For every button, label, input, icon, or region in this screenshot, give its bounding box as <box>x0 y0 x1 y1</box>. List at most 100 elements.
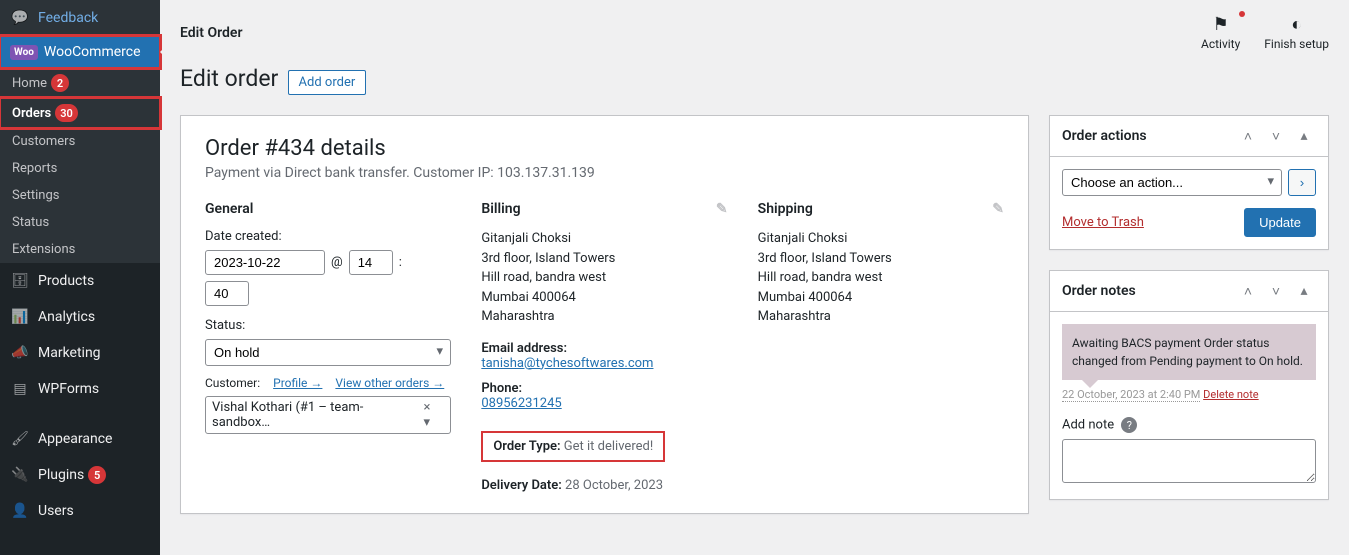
page-header: Edit order Add order <box>180 65 1329 95</box>
toggle-icon[interactable]: ▴ <box>1292 279 1316 303</box>
main-content: Edit Order ⚑ Activity ◐ Finish setup Edi… <box>160 0 1349 555</box>
note-timestamp: 22 October, 2023 at 2:40 PM <box>1062 388 1200 402</box>
edit-billing-icon[interactable]: ✎ <box>716 201 728 217</box>
submenu-status[interactable]: Status <box>0 209 160 236</box>
menu-label: WPForms <box>38 381 99 397</box>
archive-icon: 🗄 <box>10 271 30 291</box>
menu-products[interactable]: 🗄 Products <box>0 263 160 299</box>
customer-select[interactable]: Vishal Kothari (#1 – team-sandbox… × ▾ <box>205 396 451 434</box>
help-icon[interactable]: ? <box>1121 417 1137 433</box>
woo-icon: Woo <box>10 45 38 60</box>
delete-note-link[interactable]: Delete note <box>1203 388 1259 401</box>
flag-icon: ⚑ <box>1201 14 1240 35</box>
order-notes-box: Order notes ˄ ˅ ▴ Awaiting BACS payment … <box>1049 270 1329 500</box>
billing-heading: Billing <box>481 201 520 217</box>
general-heading: General <box>205 201 451 217</box>
move-down-icon[interactable]: ˅ <box>1264 124 1288 148</box>
view-orders-link[interactable]: View other orders → <box>335 376 444 390</box>
menu-users[interactable]: 👤 Users <box>0 493 160 529</box>
move-down-icon[interactable]: ˅ <box>1264 279 1288 303</box>
menu-marketing[interactable]: 📣 Marketing <box>0 335 160 371</box>
apply-action-button[interactable]: › <box>1288 169 1316 196</box>
move-up-icon[interactable]: ˄ <box>1236 124 1260 148</box>
edit-shipping-icon[interactable]: ✎ <box>992 201 1004 217</box>
page-title: Edit order <box>180 65 278 92</box>
status-select[interactable]: On hold <box>205 339 451 366</box>
update-button[interactable]: Update <box>1244 208 1316 237</box>
submenu-settings[interactable]: Settings <box>0 182 160 209</box>
menu-label: Appearance <box>38 431 112 447</box>
megaphone-icon: 📣 <box>10 343 30 363</box>
order-title: Order #434 details <box>205 136 1004 161</box>
order-action-select[interactable]: Choose an action... <box>1062 169 1282 196</box>
phone-link[interactable]: 08956231245 <box>481 396 561 411</box>
menu-label: WooCommerce <box>44 44 141 60</box>
order-type-label: Order Type: <box>493 439 560 454</box>
submenu-home[interactable]: Home 2 <box>0 68 160 98</box>
order-details-box: Order #434 details Payment via Direct ba… <box>180 115 1029 514</box>
customer-label: Customer: <box>205 376 260 390</box>
finish-setup-button[interactable]: ◐ Finish setup <box>1264 14 1329 51</box>
person-icon: 👤 <box>10 501 30 521</box>
shipping-heading: Shipping <box>758 201 813 217</box>
admin-sidebar: 💬 Feedback Woo WooCommerce Home 2 Orders… <box>0 0 160 555</box>
add-order-button[interactable]: Add order <box>288 70 367 95</box>
add-note-textarea[interactable] <box>1062 439 1316 483</box>
email-label: Email address: <box>481 341 567 356</box>
order-type-highlight: Order Type: Get it delivered! <box>481 431 665 462</box>
menu-analytics[interactable]: 📊 Analytics <box>0 299 160 335</box>
count-badge: 30 <box>55 104 78 122</box>
brush-icon: 🖌 <box>10 429 30 449</box>
billing-address: Gitanjali Choksi 3rd floor, Island Tower… <box>481 229 727 327</box>
menu-wpforms[interactable]: ▤ WPForms <box>0 371 160 407</box>
shipping-address: Gitanjali Choksi 3rd floor, Island Tower… <box>758 229 1004 327</box>
note-meta: 22 October, 2023 at 2:40 PM Delete note <box>1062 388 1316 401</box>
menu-feedback[interactable]: 💬 Feedback <box>0 0 160 36</box>
submenu-reports[interactable]: Reports <box>0 155 160 182</box>
shipping-column: Shipping ✎ Gitanjali Choksi 3rd floor, I… <box>758 201 1004 493</box>
breadcrumb: Edit Order <box>180 25 242 41</box>
submenu-label: Home <box>12 76 47 91</box>
order-actions-heading: Order actions <box>1062 128 1147 144</box>
circle-half-icon: ◐ <box>1264 14 1329 35</box>
status-label: Status: <box>205 318 451 333</box>
order-subtitle: Payment via Direct bank transfer. Custom… <box>205 165 1004 181</box>
order-actions-box: Order actions ˄ ˅ ▴ Choose an action... <box>1049 115 1329 250</box>
menu-plugins[interactable]: 🔌 Plugins 5 <box>0 457 160 493</box>
add-note-label: Add note <box>1062 418 1114 433</box>
email-link[interactable]: tanisha@tychesoftwares.com <box>481 356 653 371</box>
date-input[interactable] <box>205 250 325 275</box>
minute-input[interactable] <box>205 281 249 306</box>
menu-label: Analytics <box>38 309 95 325</box>
clear-icon[interactable]: × <box>424 400 431 415</box>
menu-appearance[interactable]: 🖌 Appearance <box>0 421 160 457</box>
move-to-trash-link[interactable]: Move to Trash <box>1062 215 1144 230</box>
submenu-customers[interactable]: Customers <box>0 128 160 155</box>
phone-label: Phone: <box>481 381 522 396</box>
submenu-extensions[interactable]: Extensions <box>0 236 160 263</box>
hour-input[interactable] <box>349 250 393 275</box>
order-type-value: Get it delivered! <box>564 439 653 454</box>
count-badge: 5 <box>88 466 106 484</box>
activity-button[interactable]: ⚑ Activity <box>1201 14 1240 51</box>
topbar-label: Activity <box>1201 37 1240 51</box>
chevron-down-icon: ▾ <box>424 415 431 430</box>
menu-label: Plugins <box>38 467 84 483</box>
plug-icon: 🔌 <box>10 465 30 485</box>
submenu-label: Orders <box>12 106 51 121</box>
general-column: General Date created: @ : <box>205 201 451 493</box>
move-up-icon[interactable]: ˄ <box>1236 279 1260 303</box>
order-note: Awaiting BACS payment Order status chang… <box>1062 324 1316 380</box>
topbar-label: Finish setup <box>1264 37 1329 51</box>
toggle-icon[interactable]: ▴ <box>1292 124 1316 148</box>
speech-icon: 💬 <box>10 8 30 28</box>
menu-woocommerce[interactable]: Woo WooCommerce <box>0 36 160 68</box>
customer-value: Vishal Kothari (#1 – team-sandbox… <box>212 400 420 430</box>
woocommerce-submenu: Home 2 Orders 30 Customers Reports Setti… <box>0 68 160 263</box>
profile-link[interactable]: Profile → <box>273 376 322 390</box>
pointer-icon <box>160 44 168 60</box>
customer-label-row: Customer: Profile → View other orders → <box>205 376 451 390</box>
submenu-orders[interactable]: Orders 30 <box>0 98 160 128</box>
chart-icon: 📊 <box>10 307 30 327</box>
menu-label: Products <box>38 273 94 289</box>
